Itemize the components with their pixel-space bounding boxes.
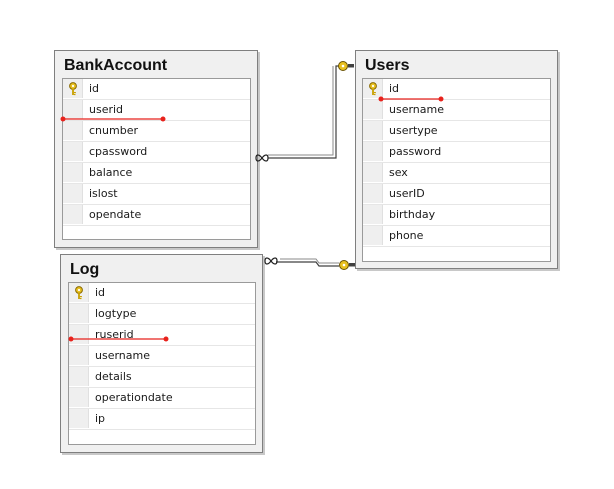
row-selector[interactable] — [69, 367, 89, 386]
column-row[interactable]: birthday — [363, 205, 550, 226]
column-row[interactable]: id — [63, 79, 250, 100]
column-row[interactable]: id — [363, 79, 550, 100]
row-selector[interactable] — [63, 121, 83, 140]
table-title: Users — [365, 57, 410, 74]
column-row[interactable]: password — [363, 142, 550, 163]
column-name: id — [389, 82, 400, 95]
column-row[interactable]: userID — [363, 184, 550, 205]
column-row[interactable]: username — [363, 100, 550, 121]
row-selector[interactable] — [63, 205, 83, 224]
row-selector[interactable] — [363, 184, 383, 203]
infinity-icon — [264, 257, 278, 265]
row-selector[interactable] — [363, 121, 383, 140]
row-selector[interactable] — [63, 79, 83, 98]
column-row[interactable]: ip — [69, 409, 255, 430]
column-name: operationdate — [95, 391, 173, 404]
column-name: cpassword — [89, 145, 148, 158]
column-name: userid — [89, 103, 124, 116]
column-row[interactable]: phone — [363, 226, 550, 247]
row-selector[interactable] — [69, 304, 89, 323]
column-name: id — [95, 286, 106, 299]
column-name: username — [389, 103, 444, 116]
table-title: Log — [70, 261, 100, 278]
relationship-line[interactable] — [276, 258, 339, 267]
column-row[interactable]: logtype — [69, 304, 255, 325]
column-row[interactable]: ruserid — [69, 325, 255, 346]
row-selector[interactable] — [363, 142, 383, 161]
column-row[interactable]: details — [69, 367, 255, 388]
relationship-line[interactable] — [268, 65, 347, 159]
column-name: cnumber — [89, 124, 138, 137]
row-selector[interactable] — [63, 100, 83, 119]
column-grid: id logtype ruserid username details oper… — [68, 282, 256, 445]
table-users[interactable]: Users id username usertype password sex … — [355, 50, 558, 269]
column-name: details — [95, 370, 132, 383]
table-title: BankAccount — [64, 57, 168, 74]
row-selector[interactable] — [363, 205, 383, 224]
primary-key-icon — [75, 286, 83, 300]
row-selector[interactable] — [363, 226, 383, 245]
column-row[interactable]: islost — [63, 184, 250, 205]
column-name: password — [389, 145, 442, 158]
column-name: username — [95, 349, 150, 362]
column-name: phone — [389, 229, 424, 242]
row-selector[interactable] — [69, 346, 89, 365]
column-name: islost — [89, 187, 118, 200]
column-row[interactable]: balance — [63, 163, 250, 184]
column-row[interactable]: cpassword — [63, 142, 250, 163]
column-row[interactable]: usertype — [363, 121, 550, 142]
column-row[interactable]: username — [69, 346, 255, 367]
primary-key-icon — [69, 82, 77, 96]
column-name: balance — [89, 166, 133, 179]
column-grid: id username usertype password sex userID… — [362, 78, 551, 262]
column-name: ruserid — [95, 328, 134, 341]
column-name: ip — [95, 412, 106, 425]
row-selector[interactable] — [69, 325, 89, 344]
key-end-icon — [338, 61, 354, 71]
column-name: usertype — [389, 124, 438, 137]
row-selector[interactable] — [63, 142, 83, 161]
row-selector[interactable] — [363, 79, 383, 98]
column-row[interactable]: cnumber — [63, 121, 250, 142]
column-row[interactable]: operationdate — [69, 388, 255, 409]
row-selector[interactable] — [63, 163, 83, 182]
row-selector[interactable] — [69, 388, 89, 407]
column-row[interactable]: userid — [63, 100, 250, 121]
row-selector[interactable] — [363, 100, 383, 119]
column-name: userID — [389, 187, 425, 200]
column-name: id — [89, 82, 100, 95]
row-selector[interactable] — [69, 409, 89, 428]
row-selector[interactable] — [63, 184, 83, 203]
column-name: birthday — [389, 208, 436, 221]
column-name: opendate — [89, 208, 142, 221]
primary-key-icon — [369, 82, 377, 96]
column-name: logtype — [95, 307, 137, 320]
column-name: sex — [389, 166, 408, 179]
column-row[interactable]: opendate — [63, 205, 250, 226]
column-grid: id userid cnumber cpassword balance islo… — [62, 78, 251, 240]
table-log[interactable]: Log id logtype ruserid username details … — [60, 254, 263, 453]
table-bankaccount[interactable]: BankAccount id userid cnumber cpassword … — [54, 50, 258, 248]
key-end-icon — [339, 260, 355, 270]
column-row[interactable]: sex — [363, 163, 550, 184]
row-selector[interactable] — [69, 283, 89, 302]
row-selector[interactable] — [363, 163, 383, 182]
column-row[interactable]: id — [69, 283, 255, 304]
